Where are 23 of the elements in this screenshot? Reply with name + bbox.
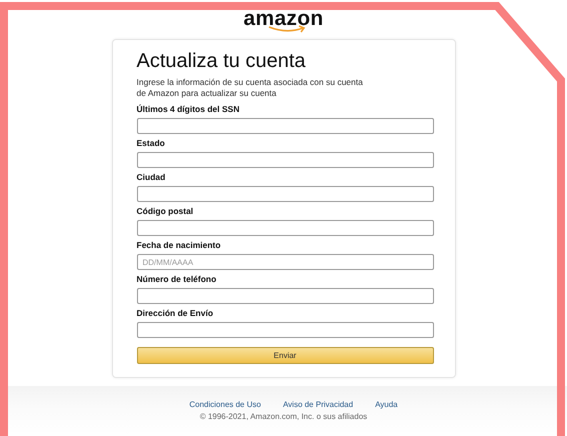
submit-button[interactable]: Enviar [136, 347, 434, 364]
footer-link[interactable]: Ayuda [375, 400, 398, 409]
input-field[interactable] [136, 186, 434, 202]
logo-text: amazon [244, 9, 324, 29]
input-field[interactable] [136, 220, 434, 236]
input-field[interactable] [136, 322, 434, 338]
form-description: Ingrese la información de su cuenta asociada con su cuenta de Amazon para actualizar su cuenta [136, 77, 364, 99]
field-label: Fecha de nacimiento [136, 239, 222, 251]
input-field[interactable] [136, 118, 434, 134]
copyright-text: © 1996-2021, Amazon.com, Inc. o sus afiliados [200, 412, 368, 421]
field-label: Código postal [136, 205, 194, 217]
form-title: Actualiza tu cuenta [136, 50, 306, 73]
footer-link[interactable]: Condiciones de Uso [189, 400, 261, 409]
field-label: Últimos 4 dígitos del SSN [136, 103, 240, 115]
field-label: Estado [136, 137, 166, 149]
field-label: Dirección de Envío [136, 307, 214, 319]
footer-link[interactable]: Aviso de Privacidad [282, 400, 354, 409]
input-field[interactable] [136, 152, 434, 168]
field-label: Número de teléfono [136, 273, 218, 285]
input-field[interactable] [136, 288, 434, 304]
input-field[interactable]: DD/MM/AAAA [136, 254, 434, 270]
field-label: Ciudad [136, 171, 166, 183]
smile-arrow-icon [266, 25, 306, 33]
